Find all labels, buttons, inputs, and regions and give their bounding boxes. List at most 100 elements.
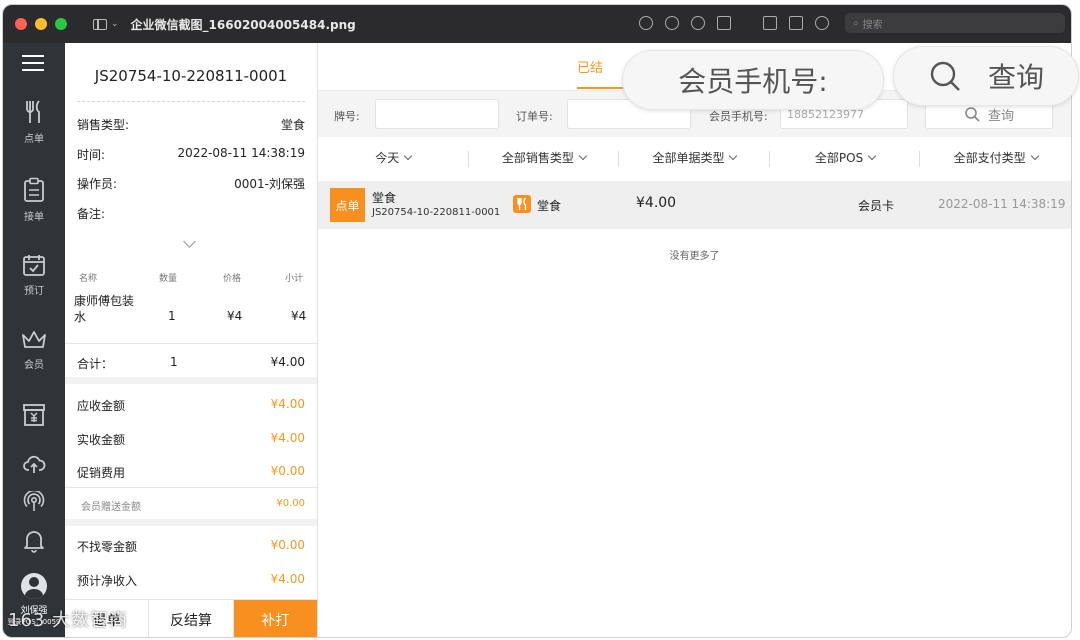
column-header-price: 价格 (223, 274, 242, 284)
reverse-settle-button[interactable]: 反结算 (149, 600, 234, 637)
member-gift-value: ¥0.00 (276, 498, 305, 509)
dashed-divider (77, 101, 305, 102)
bell-icon (24, 531, 44, 553)
avatar (21, 573, 47, 599)
info-icon[interactable] (639, 16, 653, 30)
filter-dropdowns: 今天 全部销售类型 全部单据类型 全部POS 全部支付类型 (318, 137, 1071, 177)
remark-label: 备注: (77, 207, 106, 221)
toolbar (639, 16, 829, 30)
annotate-icon[interactable] (815, 16, 829, 30)
query-label: 查询 (987, 108, 1014, 124)
divider (65, 487, 317, 488)
chevron-down-icon (404, 151, 413, 160)
member-gift-label: 会员赠送金额 (81, 502, 141, 513)
markup-icon[interactable] (763, 16, 777, 30)
sidebar-toggle-icon[interactable] (93, 18, 107, 30)
zoom-window-button[interactable] (55, 18, 67, 30)
pos-app: 点单 接单 预订 会员 刘保强 登录POS：0059 JS20754-10-22… (3, 43, 1071, 637)
time-row: 时间: 2022-08-11 14:38:19 (77, 146, 305, 163)
plate-input[interactable] (375, 99, 499, 129)
item-name: 康师傅包装水 (74, 294, 135, 324)
order-detail-panel: JS20754-10-220811-0001 销售类型: 堂食 时间: 2022… (65, 43, 318, 637)
nav-item-upload[interactable] (3, 453, 65, 475)
side-nav: 点单 接单 预订 会员 刘保强 登录POS：0059 (3, 43, 65, 637)
net-income-label: 预计净收入 (77, 574, 138, 588)
receivable-label: 应收金额 (77, 399, 126, 413)
column-header-qty: 数量 (159, 274, 178, 284)
no-more-text: 没有更多了 (669, 251, 720, 262)
share-icon[interactable] (717, 16, 731, 30)
zoom-phone-label: 会员手机号: (678, 65, 828, 98)
column-header-name: 名称 (79, 274, 98, 284)
window-search-placeholder: 搜索 (862, 19, 883, 31)
chevron-down-icon (867, 151, 877, 160)
total-label: 合计： (77, 357, 114, 371)
remark-row: 备注: (77, 205, 305, 222)
nav-item-reservation[interactable]: 预订 (3, 253, 65, 297)
search-icon: ⌕ (853, 17, 859, 29)
payment-type-dropdown[interactable]: 全部支付类型 (920, 149, 1071, 166)
no-change-row: 不找零金额 ¥0.00 (77, 538, 305, 555)
received-row: 实收金额 ¥4.00 (77, 431, 305, 448)
clipboard-icon (24, 177, 44, 202)
order-no-label: 订单号: (516, 110, 553, 123)
chevron-down-icon[interactable] (183, 235, 196, 248)
sale-type-dropdown-label: 全部销售类型 (501, 150, 574, 165)
plate-label: 牌号: (334, 110, 360, 123)
window-title: 企业微信截图_16602004005484.png (130, 17, 356, 32)
nav-item-broadcast[interactable] (3, 491, 65, 513)
promo-value: ¥0.00 (270, 464, 305, 478)
watermark: 163 大数智商 (8, 610, 129, 631)
dine-in-icon (513, 195, 531, 213)
sale-type-value: 堂食 (280, 118, 305, 132)
nav-item-accept[interactable]: 接单 (3, 177, 65, 223)
operator-row: 操作员: 0001-刘保强 (77, 175, 305, 192)
section-divider (65, 519, 317, 526)
pos-dropdown-label: 全部POS (814, 150, 864, 165)
minimize-window-button[interactable] (35, 18, 47, 30)
time-value: 2022-08-11 14:38:19 (177, 146, 305, 160)
nav-item-notifications[interactable] (3, 529, 65, 553)
nav-item-label: 点单 (24, 134, 44, 145)
phone-label: 会员手机号: (709, 110, 768, 123)
tab-settled[interactable]: 已结 (577, 57, 603, 76)
zoom-in-icon[interactable] (691, 16, 705, 30)
sale-type-dropdown[interactable]: 全部销售类型 (469, 149, 620, 167)
item-subtotal: ¥4 (291, 309, 307, 323)
net-income-row: 预计净收入 ¥4.00 (77, 572, 305, 589)
reprint-button[interactable]: 补打 (233, 600, 317, 637)
window-controls (15, 18, 67, 30)
doc-type-dropdown-label: 全部单据类型 (652, 150, 725, 165)
sale-type-row: 销售类型: 堂食 (77, 116, 305, 133)
zoom-out-icon[interactable] (665, 16, 679, 30)
receivable-row: 应收金额 ¥4.00 (77, 397, 305, 414)
hamburger-menu-icon[interactable] (22, 55, 44, 71)
chevron-down-icon (1030, 151, 1039, 160)
title-bar: ⌄ 企业微信截图_16602004005484.png ⌕ 搜索 (3, 5, 1071, 43)
nav-item-order[interactable]: 点单 (3, 99, 65, 145)
item-qty: 1 (168, 309, 176, 323)
pos-dropdown[interactable]: 全部POS (770, 149, 921, 167)
payment-type-dropdown-label: 全部支付类型 (953, 150, 1026, 165)
doc-type-dropdown[interactable]: 全部单据类型 (619, 149, 770, 167)
net-income-value: ¥4.00 (270, 572, 305, 586)
chevron-down-icon[interactable]: ⌄ (111, 19, 119, 29)
promo-row: 促销费用 ¥0.00 (77, 464, 305, 481)
rotate-icon[interactable] (789, 16, 803, 30)
operator-value: 0001-刘保强 (234, 177, 305, 191)
sale-type-label: 销售类型: (77, 118, 130, 132)
zoom-callout-query-button[interactable]: 查询 (893, 46, 1079, 106)
order-type: 堂食 (372, 191, 397, 205)
table-row[interactable]: 点单 堂食 JS20754-10-220811-0001 堂食 ¥4.00 会员… (318, 181, 1071, 229)
nav-item-member[interactable]: 会员 (3, 329, 65, 371)
divider (65, 343, 317, 344)
order-number: JS20754-10-220811-0001 (372, 207, 501, 218)
total-amount: ¥4.00 (270, 355, 305, 369)
cloud-upload-icon (23, 455, 46, 473)
window-search-field[interactable]: ⌕ 搜索 (845, 13, 1065, 33)
date-dropdown[interactable]: 今天 (318, 149, 469, 167)
no-change-label: 不找零金额 (77, 540, 138, 554)
close-window-button[interactable] (15, 18, 27, 30)
nav-item-cashbox[interactable] (3, 403, 65, 427)
total-qty: 1 (170, 355, 178, 369)
